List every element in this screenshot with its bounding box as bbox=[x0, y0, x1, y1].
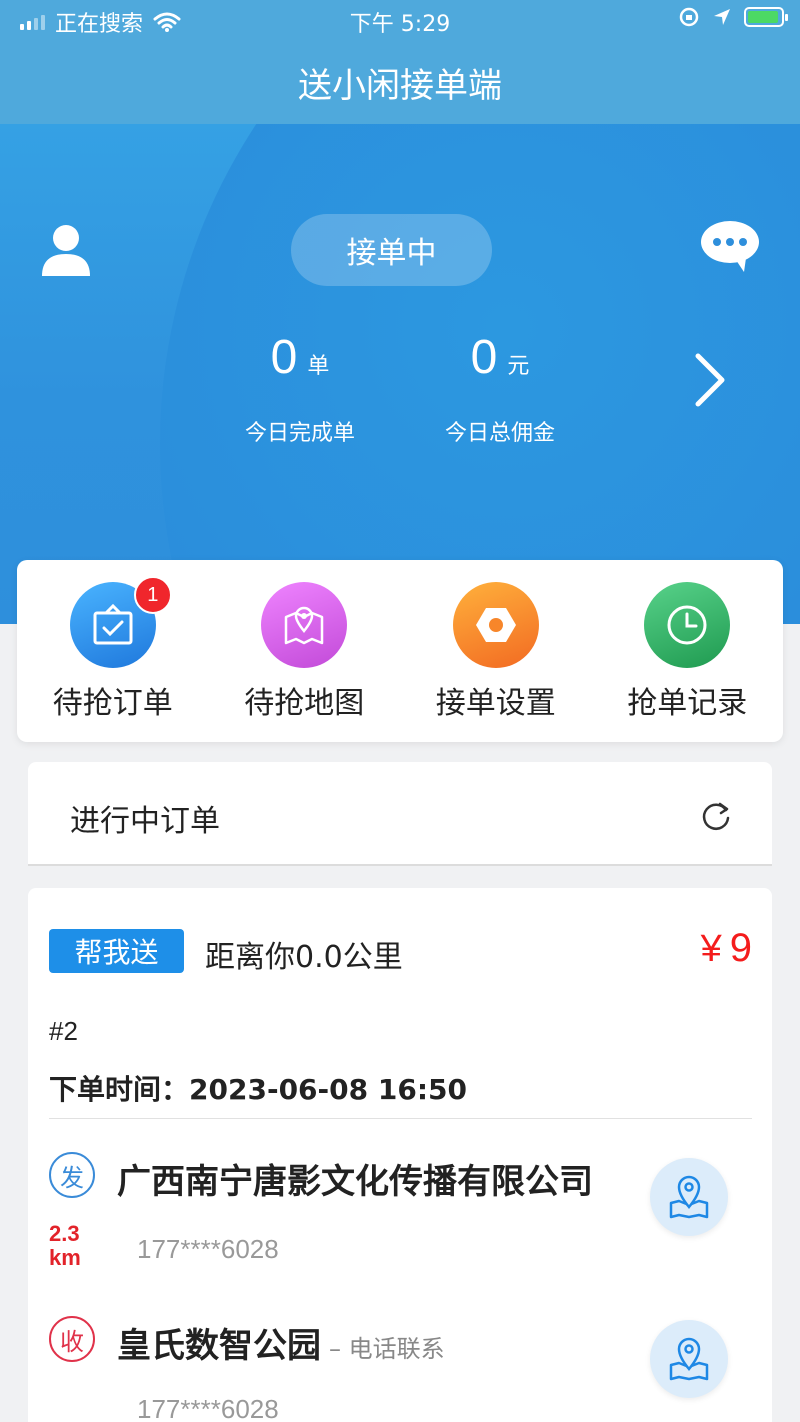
today-orders-unit: 单 bbox=[307, 354, 330, 379]
map-location-icon bbox=[669, 1175, 709, 1219]
action-pending-orders[interactable]: 1 待抢订单 bbox=[17, 560, 209, 742]
map-pin-icon bbox=[285, 606, 324, 645]
action-label: 抢单记录 bbox=[627, 686, 748, 721]
action-label: 接单设置 bbox=[435, 686, 556, 721]
order-distance: 距离你0.0公里 bbox=[205, 940, 403, 975]
quick-actions-card: 1 待抢订单 待抢地图 接单设置 抢单记录 bbox=[17, 560, 783, 742]
message-icon[interactable] bbox=[700, 220, 760, 272]
distance-km-unit: km bbox=[49, 1245, 81, 1270]
receiver-navigate-button[interactable] bbox=[650, 1320, 728, 1398]
action-order-history[interactable]: 抢单记录 bbox=[592, 560, 784, 742]
action-label: 待抢地图 bbox=[244, 686, 365, 721]
receiver-phone[interactable]: 177****6028 bbox=[137, 1394, 279, 1422]
map-location-icon bbox=[669, 1337, 709, 1381]
divider bbox=[49, 1118, 752, 1119]
action-order-map[interactable]: 待抢地图 bbox=[209, 560, 401, 742]
action-order-settings[interactable]: 接单设置 bbox=[400, 560, 592, 742]
order-type-tag: 帮我送 bbox=[49, 929, 184, 973]
page-title: 送小闲接单端 bbox=[298, 66, 502, 106]
sender-phone[interactable]: 177****6028 bbox=[137, 1234, 279, 1265]
action-label: 待抢订单 bbox=[52, 686, 173, 721]
chevron-right-icon[interactable] bbox=[690, 352, 730, 408]
clipboard-check-icon bbox=[93, 603, 133, 645]
sender-navigate-button[interactable] bbox=[650, 1158, 728, 1236]
distance-km: 2.3 km bbox=[49, 1222, 81, 1270]
today-commission-value: 0 bbox=[470, 331, 498, 384]
order-card[interactable]: 帮我送 距离你0.0公里 ¥9 #2 下单时间：2023-06-08 16:50… bbox=[28, 888, 772, 1422]
sender-mark: 发 bbox=[49, 1152, 95, 1198]
rotation-lock-icon bbox=[679, 7, 699, 27]
receiver-name-text: 皇氏数智公园 bbox=[117, 1326, 321, 1366]
price-value: 9 bbox=[729, 926, 752, 970]
pending-count-badge: 1 bbox=[133, 576, 172, 614]
order-time: 下单时间：2023-06-08 16:50 bbox=[49, 1068, 467, 1108]
refresh-icon[interactable] bbox=[700, 800, 732, 832]
top-bar: 正在搜索 下午 5:29 送小闲接单端 bbox=[0, 0, 800, 124]
today-orders-label: 今日完成单 bbox=[244, 421, 355, 446]
status-bar: 正在搜索 下午 5:29 bbox=[0, 0, 800, 40]
hero-panel: 接单中 0单 今日完成单 0元 今日总佣金 bbox=[0, 124, 800, 624]
in-progress-header: 进行中订单 bbox=[28, 762, 772, 866]
order-time-label: 下单时间： bbox=[49, 1073, 190, 1106]
clock-icon bbox=[667, 605, 707, 645]
today-commission-stat: 0元 今日总佣金 bbox=[420, 330, 580, 447]
order-number: #2 bbox=[49, 1016, 78, 1046]
today-orders-value: 0 bbox=[270, 331, 298, 384]
order-price: ¥9 bbox=[701, 926, 752, 971]
sender-name: 广西南宁唐影文化传播有限公司 bbox=[117, 1162, 593, 1202]
order-time-value: 2023-06-08 16:50 bbox=[189, 1073, 467, 1106]
today-commission-unit: 元 bbox=[507, 354, 530, 379]
accepting-status-button[interactable]: 接单中 bbox=[291, 214, 492, 286]
receiver-name: 皇氏数智公园 – 电话联系 bbox=[117, 1318, 445, 1367]
hexagon-settings-icon bbox=[475, 608, 516, 642]
receiver-mark: 收 bbox=[49, 1316, 95, 1362]
battery-icon bbox=[744, 7, 788, 27]
today-orders-stat: 0单 今日完成单 bbox=[220, 330, 380, 447]
today-commission-label: 今日总佣金 bbox=[444, 421, 555, 446]
call-contact-link[interactable]: – 电话联系 bbox=[329, 1335, 445, 1363]
in-progress-title: 进行中订单 bbox=[70, 804, 220, 839]
location-arrow-icon bbox=[714, 9, 730, 25]
user-profile-icon[interactable] bbox=[40, 222, 92, 278]
distance-km-value: 2.3 bbox=[49, 1221, 80, 1246]
currency-symbol: ¥ bbox=[700, 928, 722, 970]
